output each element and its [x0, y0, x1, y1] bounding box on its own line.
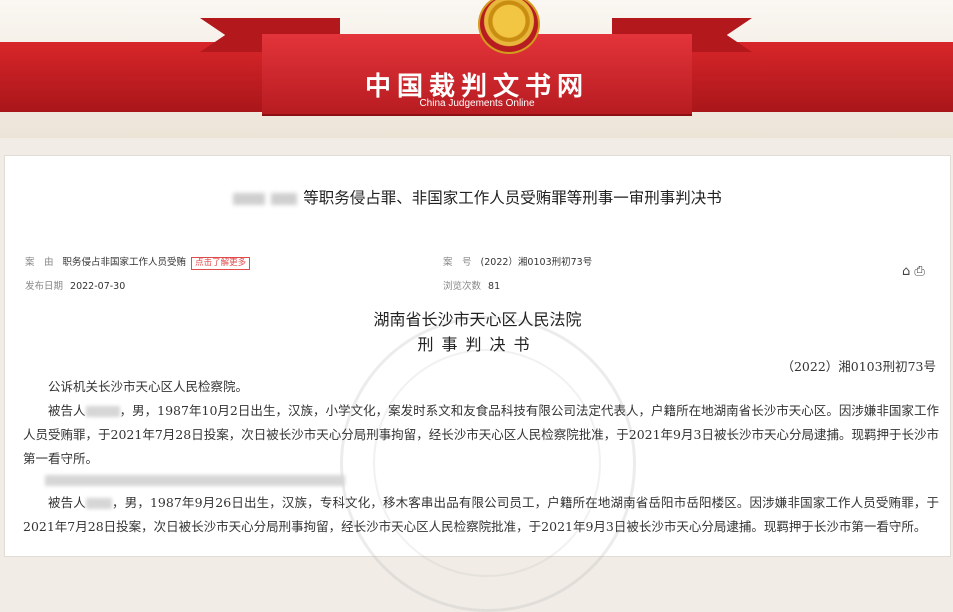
redacted-line	[23, 468, 939, 492]
meta-pub-date: 发布日期 2022-07-30	[25, 278, 125, 292]
paragraph-prosecutor: 公诉机关长沙市天心区人民检察院。	[48, 379, 249, 394]
meta-cause-value: 职务侵占非国家工作人员受贿	[62, 257, 187, 268]
meta-views-value: 81	[488, 281, 501, 292]
meta-case-no: 案 号 (2022）湘0103刑初73号	[443, 254, 592, 268]
document-title: 等职务侵占罪、非国家工作人员受贿罪等刑事一审刑事判决书	[5, 186, 950, 208]
redacted-name	[271, 192, 298, 205]
meta-case-no-value: (2022）湘0103刑初73号	[480, 257, 593, 268]
defendant-label: 被告人	[48, 403, 86, 418]
defendant-1-text: ，男，1987年10月2日出生，汉族，小学文化，案发时系文和友食品科技有限公司法…	[23, 403, 939, 466]
defendant-label: 被告人	[48, 495, 86, 510]
learn-more-link[interactable]: 点击了解更多	[191, 257, 251, 270]
court-name: 湖南省长沙市天心区人民法院	[373, 310, 582, 329]
redacted-name	[85, 406, 120, 417]
meta-pub-date-label: 发布日期	[25, 281, 64, 292]
defendant-2-text: ，男，1987年9月26日出生，汉族，专科文化，移木客串出品有限公司员工，户籍所…	[23, 495, 939, 534]
meta-case-no-label: 案 号	[443, 257, 472, 268]
document-card: 等职务侵占罪、非国家工作人员受贿罪等刑事一审刑事判决书 案 由 职务侵占非国家工…	[4, 155, 951, 612]
meta-views-label: 浏览次数	[443, 281, 482, 292]
meta-views: 浏览次数 81	[443, 278, 500, 292]
share-icon[interactable]: ⌂	[902, 264, 910, 279]
site-subtitle: China Judgements Online	[419, 98, 535, 109]
toolbar-icons: ⌂ ⎙	[902, 264, 925, 279]
meta-pub-date-value: 2022-07-30	[70, 281, 126, 292]
paragraph-defendant-1: 被告人 ，男，1987年10月2日出生，汉族，小学文化，案发时系文和友食品科技有限…	[23, 399, 939, 471]
document-type: 刑事判决书	[417, 335, 538, 354]
meta-cause: 案 由 职务侵占非国家工作人员受贿 点击了解更多	[25, 254, 251, 270]
document-title-text: 等职务侵占罪、非国家工作人员受贿罪等刑事一审刑事判决书	[303, 189, 722, 207]
print-icon[interactable]: ⎙	[914, 264, 924, 279]
paragraph-defendant-2: 被告人 ，男，1987年9月26日出生，汉族，专科文化，移木客串出品有限公司员工，…	[23, 491, 939, 539]
redacted-text	[45, 475, 345, 486]
case-number: （2022）湘0103刑初73号	[781, 359, 936, 374]
meta-cause-label: 案 由	[25, 257, 54, 268]
header-banner: 中国裁判文书网 China Judgements Online	[0, 0, 953, 138]
redacted-name	[233, 192, 266, 205]
redacted-name	[85, 498, 112, 509]
